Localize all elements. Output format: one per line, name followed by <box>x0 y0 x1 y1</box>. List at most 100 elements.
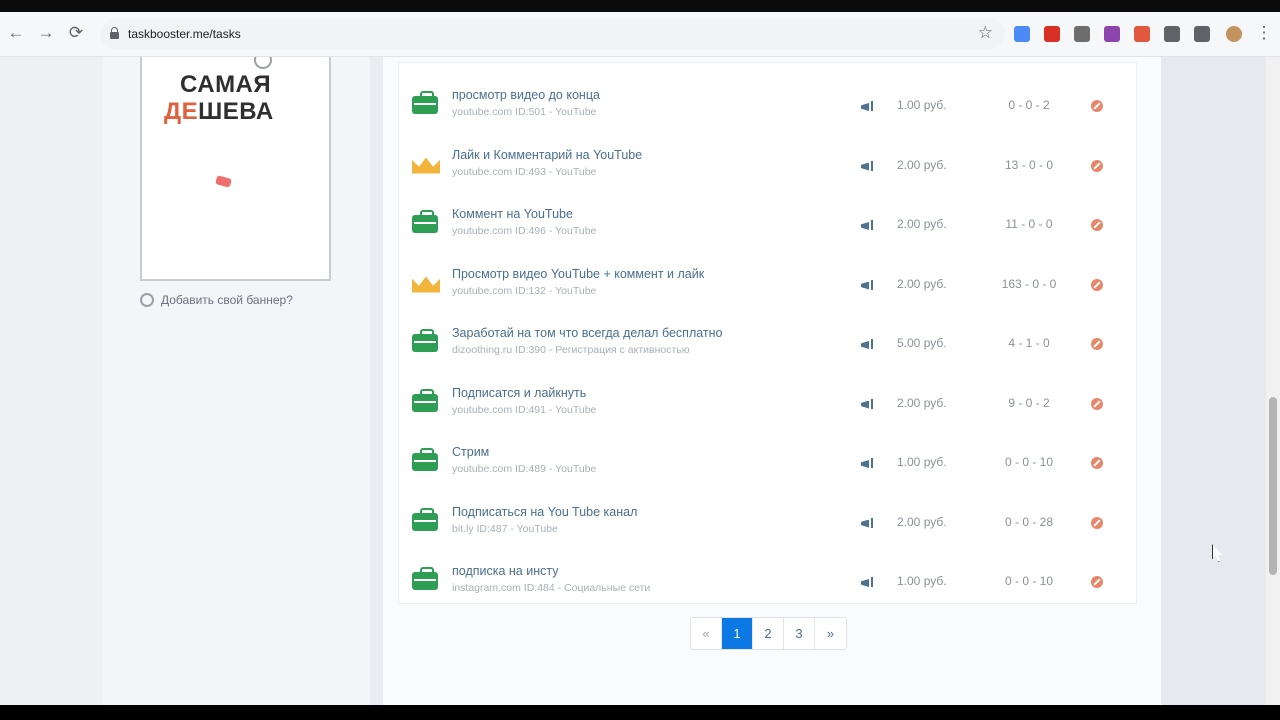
crown-icon <box>412 273 440 293</box>
task-price: 1.00 руб. <box>897 98 947 112</box>
delete-icon[interactable] <box>1091 457 1103 469</box>
delete-icon[interactable] <box>1091 278 1103 291</box>
task-counts: 4 - 1 - 0 <box>1008 336 1050 350</box>
briefcase-icon <box>412 507 438 531</box>
task-row[interactable]: Заработай на том что всегда делал беспла… <box>399 306 1136 366</box>
task-price: 2.00 руб. <box>897 157 947 172</box>
task-title[interactable]: Просмотр видео YouTube + коммент и лайк <box>452 267 704 281</box>
briefcase-icon <box>412 388 438 412</box>
address-bar[interactable]: taskbooster.me/tasks ☆ <box>100 19 1005 49</box>
task-meta: instagram.com ID:484 - Социальные сети <box>452 582 651 594</box>
task-meta: youtube.com ID:493 - YouTube <box>452 165 597 178</box>
task-price: 2.00 руб. <box>897 276 947 291</box>
task-counts: 0 - 0 - 28 <box>1004 514 1054 529</box>
promote-icon[interactable] <box>861 160 875 172</box>
extensions-puzzle-icon[interactable] <box>1194 26 1210 42</box>
page-viewport: САМАЯ ДЕШЕВА Добавить свой баннер? просм… <box>0 57 1280 705</box>
task-list: просмотр видео до конца youtube.com ID:50… <box>398 62 1137 604</box>
ext-5-icon[interactable] <box>1134 26 1150 42</box>
task-price: 5.00 руб. <box>897 336 947 350</box>
delete-icon[interactable] <box>1091 338 1103 350</box>
profile-avatar-icon[interactable] <box>1226 26 1242 42</box>
ext-4-icon[interactable] <box>1104 26 1120 42</box>
task-row[interactable]: Подписатся и лайкнуть youtube.com ID:491 … <box>399 366 1136 426</box>
task-counts: 0 - 0 - 10 <box>1004 455 1054 469</box>
promote-icon[interactable] <box>861 219 875 231</box>
task-title[interactable]: Подписаться на You Tube канал <box>452 505 637 519</box>
ext-3-icon[interactable] <box>1074 26 1090 42</box>
promote-icon[interactable] <box>861 338 875 350</box>
briefcase-icon <box>412 210 438 233</box>
task-row[interactable]: Лайк и Комментарий на YouTube youtube.com… <box>399 128 1136 188</box>
task-meta: youtube.com ID:489 - YouTube <box>452 463 597 475</box>
promote-icon[interactable] <box>861 398 875 410</box>
scrollbar[interactable] <box>1266 57 1280 705</box>
promote-icon[interactable] <box>861 279 875 291</box>
delete-icon[interactable] <box>1091 397 1103 410</box>
forward-icon[interactable]: → <box>36 23 56 43</box>
pagination-page-1[interactable]: 1 <box>722 618 753 649</box>
pagination-prev-button[interactable]: « <box>691 618 722 649</box>
task-meta: youtube.com ID:496 - YouTube <box>452 225 597 237</box>
add-banner-label: Добавить свой баннер? <box>161 293 293 307</box>
task-meta: youtube.com ID:132 - YouTube <box>452 284 597 297</box>
banner-tag-icon <box>215 175 232 188</box>
task-counts: 11 - 0 - 0 <box>1005 217 1053 231</box>
ext-6-icon[interactable] <box>1164 26 1180 42</box>
ext-2-icon[interactable] <box>1044 26 1060 42</box>
pagination-page-2[interactable]: 2 <box>753 618 784 649</box>
task-counts: 163 - 0 - 0 <box>1001 276 1057 291</box>
delete-icon[interactable] <box>1091 516 1103 529</box>
bookmark-star-icon[interactable]: ☆ <box>978 23 993 43</box>
task-title[interactable]: подписка на инсту <box>452 564 559 578</box>
task-row[interactable]: Стрим youtube.com ID:489 - YouTube 1.00 ру… <box>399 425 1136 485</box>
briefcase-icon <box>412 329 438 352</box>
task-row[interactable]: просмотр видео до конца youtube.com ID:50… <box>399 68 1136 128</box>
task-title[interactable]: Лайк и Комментарий на YouTube <box>452 148 642 162</box>
briefcase-icon <box>412 448 438 471</box>
delete-icon[interactable] <box>1091 100 1103 112</box>
task-title[interactable]: Подписатся и лайкнуть <box>452 386 586 400</box>
pagination-next-button[interactable]: » <box>815 618 846 649</box>
delete-icon[interactable] <box>1091 576 1103 588</box>
back-icon[interactable]: ← <box>6 23 26 43</box>
promote-icon[interactable] <box>861 576 875 588</box>
browser-menu-icon[interactable]: ⋮ <box>1254 23 1274 43</box>
task-row[interactable]: Просмотр видео YouTube + коммент и лайк y… <box>399 247 1136 307</box>
add-circle-icon <box>140 293 154 307</box>
crown-icon <box>412 154 440 174</box>
main-content: просмотр видео до конца youtube.com ID:50… <box>383 57 1161 705</box>
ad-banner[interactable]: САМАЯ ДЕШЕВА <box>140 57 331 281</box>
task-meta: bit.ly ID:487 - YouTube <box>452 522 558 535</box>
banner-subtitle: ДЕШЕВА <box>164 98 274 126</box>
promote-icon[interactable] <box>861 100 875 112</box>
delete-icon[interactable] <box>1091 219 1103 231</box>
task-price: 2.00 руб. <box>897 217 947 231</box>
briefcase-icon <box>412 91 438 114</box>
briefcase-icon <box>412 567 438 590</box>
promote-icon[interactable] <box>861 457 875 469</box>
task-price: 2.00 руб. <box>897 514 947 529</box>
task-price: 1.00 руб. <box>897 574 947 588</box>
task-price: 2.00 руб. <box>897 395 947 410</box>
pagination-page-3[interactable]: 3 <box>784 618 815 649</box>
promote-icon[interactable] <box>861 517 875 529</box>
reload-icon[interactable]: ⟳ <box>66 23 86 43</box>
task-title[interactable]: просмотр видео до конца <box>452 88 600 102</box>
banner-title: САМАЯ <box>180 71 272 98</box>
ext-1-icon[interactable] <box>1014 26 1030 42</box>
delete-icon[interactable] <box>1091 159 1103 172</box>
task-counts: 0 - 0 - 10 <box>1004 574 1054 588</box>
task-row[interactable]: подписка на инсту instagram.com ID:484 - … <box>399 544 1136 604</box>
task-title[interactable]: Стрим <box>452 445 489 459</box>
right-gutter <box>1161 57 1266 705</box>
address-bar-url[interactable]: taskbooster.me/tasks <box>128 27 241 41</box>
task-row[interactable]: Подписаться на You Tube канал bit.ly ID:4… <box>399 485 1136 545</box>
task-title[interactable]: Коммент на YouTube <box>452 207 573 221</box>
task-counts: 0 - 0 - 2 <box>1008 98 1050 112</box>
add-banner-link[interactable]: Добавить свой баннер? <box>140 293 293 307</box>
task-title[interactable]: Заработай на том что всегда делал беспла… <box>452 326 723 340</box>
scrollbar-thumb[interactable] <box>1269 397 1277 575</box>
pagination: «1 2 3» <box>690 617 847 650</box>
task-row[interactable]: Коммент на YouTube youtube.com ID:496 - Y… <box>399 187 1136 247</box>
